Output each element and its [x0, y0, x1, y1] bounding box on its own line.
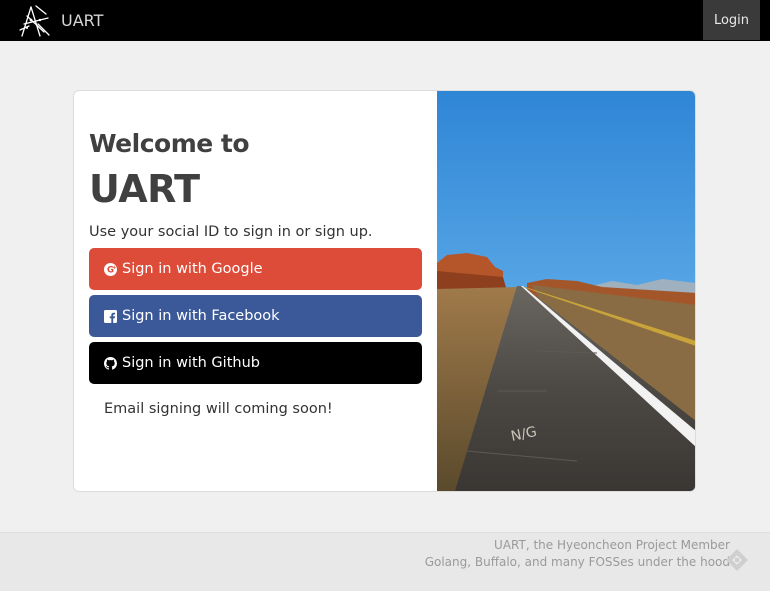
login-card: Welcome to UART Use your social ID to si… — [73, 90, 696, 492]
top-navbar: UART Login — [0, 0, 770, 41]
email-signin-note: Email signing will coming soon! — [104, 401, 333, 417]
footer-tech-text: Golang, Buffalo, and many FOSSes under t… — [424, 555, 730, 569]
github-signin-button[interactable]: Sign in with Github — [89, 342, 422, 384]
page-footer: UART, the Hyeoncheon Project Member Gola… — [0, 532, 770, 591]
github-icon — [103, 356, 117, 370]
scribble-logo-icon — [19, 4, 50, 37]
google-plus-icon: G + — [103, 262, 117, 276]
brand-name: UART — [61, 11, 104, 30]
google-signin-button[interactable]: G + Sign in with Google — [89, 248, 422, 290]
facebook-signin-label: Sign in with Facebook — [122, 308, 280, 324]
login-button[interactable]: Login — [703, 0, 760, 40]
buffalo-logo-icon — [726, 549, 748, 571]
google-signin-label: Sign in with Google — [122, 261, 263, 277]
github-signin-label: Sign in with Github — [122, 355, 260, 371]
footer-project-text: UART, the Hyeoncheon Project Member — [494, 538, 730, 552]
brand-link[interactable]: UART — [18, 0, 103, 41]
road-photo: N/G — [437, 91, 695, 491]
login-panel: Welcome to UART Use your social ID to si… — [74, 91, 437, 491]
signin-instructions: Use your social ID to sign in or sign up… — [89, 224, 373, 240]
facebook-signin-button[interactable]: Sign in with Facebook — [89, 295, 422, 337]
road-landscape-image: N/G — [437, 91, 695, 491]
welcome-heading: Welcome to — [89, 129, 250, 158]
app-title: UART — [89, 167, 200, 211]
facebook-icon — [103, 309, 117, 323]
svg-text:+: + — [112, 265, 116, 271]
